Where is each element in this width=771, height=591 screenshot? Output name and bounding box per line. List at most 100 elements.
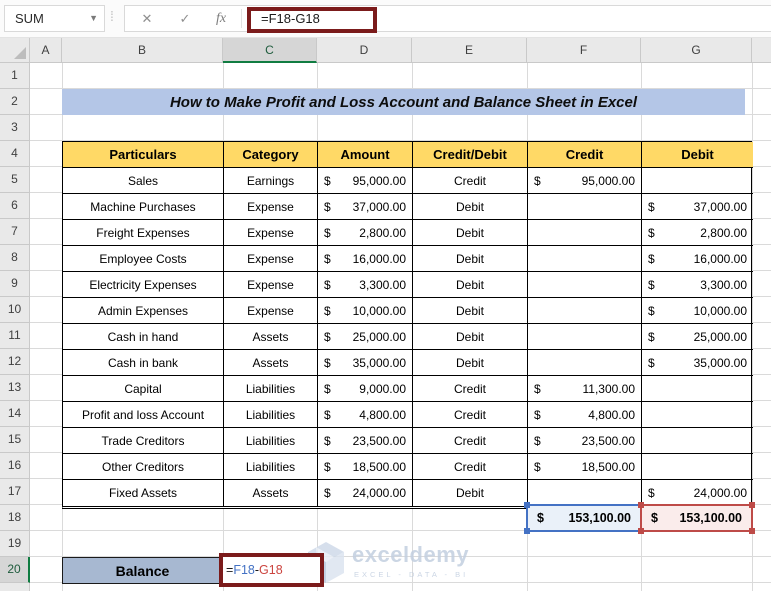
row-header-2[interactable]: 2 xyxy=(0,89,30,115)
cell-credit[interactable] xyxy=(528,246,642,272)
cell-amount[interactable]: $24,000.00 xyxy=(318,480,413,506)
row-header-16[interactable]: 16 xyxy=(0,453,30,479)
cell-debit[interactable] xyxy=(642,168,753,194)
cell-credit[interactable]: $95,000.00 xyxy=(528,168,642,194)
table-header-category[interactable]: Category xyxy=(224,142,318,168)
cell-amount[interactable]: $95,000.00 xyxy=(318,168,413,194)
cell-debit[interactable]: $37,000.00 xyxy=(642,194,753,220)
selection-handle-icon[interactable] xyxy=(749,502,755,508)
cell-particulars[interactable]: Cash in hand xyxy=(63,324,224,350)
insert-function-icon[interactable]: fx xyxy=(209,6,233,31)
selection-handle-icon[interactable] xyxy=(749,528,755,534)
column-header-a[interactable]: A xyxy=(30,38,62,63)
cell-credit[interactable] xyxy=(528,272,642,298)
balance-label-cell[interactable]: Balance xyxy=(62,557,223,584)
cell-debit[interactable]: $24,000.00 xyxy=(642,480,753,506)
column-header-f[interactable]: F xyxy=(527,38,641,63)
row-header-1[interactable]: 1 xyxy=(0,63,30,89)
title-banner[interactable]: How to Make Profit and Loss Account and … xyxy=(62,89,745,115)
cell-amount[interactable]: $9,000.00 xyxy=(318,376,413,402)
cell-amount[interactable]: $10,000.00 xyxy=(318,298,413,324)
cell-debit[interactable]: $3,300.00 xyxy=(642,272,753,298)
cell-credit[interactable]: $18,500.00 xyxy=(528,454,642,480)
cell-particulars[interactable]: Machine Purchases xyxy=(63,194,224,220)
column-header-b[interactable]: B xyxy=(62,38,223,63)
row-header-18[interactable]: 18 xyxy=(0,505,30,531)
name-box[interactable]: SUM ▼ xyxy=(4,5,105,32)
selection-handle-icon[interactable] xyxy=(638,502,644,508)
row-header-10[interactable]: 10 xyxy=(0,297,30,323)
cell-credit-debit[interactable]: Credit xyxy=(413,402,528,428)
row-header-20[interactable]: 20 xyxy=(0,557,30,583)
cell-category[interactable]: Liabilities xyxy=(224,376,318,402)
cell-category[interactable]: Expense xyxy=(224,220,318,246)
row-header-9[interactable]: 9 xyxy=(0,271,30,297)
cell-particulars[interactable]: Admin Expenses xyxy=(63,298,224,324)
cell-category[interactable]: Expense xyxy=(224,194,318,220)
cell-credit-debit[interactable]: Debit xyxy=(413,480,528,506)
cell-amount[interactable]: $25,000.00 xyxy=(318,324,413,350)
cell-amount[interactable]: $35,000.00 xyxy=(318,350,413,376)
row-header-7[interactable]: 7 xyxy=(0,219,30,245)
cell-category[interactable]: Expense xyxy=(224,298,318,324)
cell-category[interactable]: Assets xyxy=(224,350,318,376)
cell-f18-credit-total[interactable]: $ 153,100.00 xyxy=(524,502,644,534)
cell-credit-debit[interactable]: Debit xyxy=(413,298,528,324)
cell-category[interactable]: Liabilities xyxy=(224,428,318,454)
cell-credit-debit[interactable]: Credit xyxy=(413,168,528,194)
cell-amount[interactable]: $23,500.00 xyxy=(318,428,413,454)
select-all-corner[interactable] xyxy=(0,38,30,63)
table-header-credit-debit[interactable]: Credit/Debit xyxy=(413,142,528,168)
cell-particulars[interactable]: Other Creditors xyxy=(63,454,224,480)
cell-category[interactable]: Earnings xyxy=(224,168,318,194)
cell-credit[interactable] xyxy=(528,194,642,220)
cell-g18-debit-total[interactable]: $ 153,100.00 xyxy=(638,502,755,534)
cell-particulars[interactable]: Cash in bank xyxy=(63,350,224,376)
table-header-amount[interactable]: Amount xyxy=(318,142,413,168)
row-header-4[interactable]: 4 xyxy=(0,141,30,167)
cell-particulars[interactable]: Electricity Expenses xyxy=(63,272,224,298)
cell-particulars[interactable]: Sales xyxy=(63,168,224,194)
cell-particulars[interactable]: Employee Costs xyxy=(63,246,224,272)
cell-amount[interactable]: $4,800.00 xyxy=(318,402,413,428)
cell-category[interactable]: Liabilities xyxy=(224,402,318,428)
cell-credit[interactable] xyxy=(528,324,642,350)
cell-category[interactable]: Expense xyxy=(224,246,318,272)
row-header-11[interactable]: 11 xyxy=(0,323,30,349)
cell-amount[interactable]: $2,800.00 xyxy=(318,220,413,246)
cell-amount[interactable]: $16,000.00 xyxy=(318,246,413,272)
row-header-12[interactable]: 12 xyxy=(0,349,30,375)
cell-category[interactable]: Assets xyxy=(224,324,318,350)
table-header-debit[interactable]: Debit xyxy=(642,142,753,168)
cell-credit-debit[interactable]: Debit xyxy=(413,246,528,272)
row-header-5[interactable]: 5 xyxy=(0,167,30,193)
cancel-icon[interactable]: ✕ xyxy=(135,6,159,31)
cell-credit-debit[interactable]: Debit xyxy=(413,272,528,298)
column-header-g[interactable]: G xyxy=(641,38,752,63)
cell-amount[interactable]: $18,500.00 xyxy=(318,454,413,480)
column-header-d[interactable]: D xyxy=(317,38,412,63)
selection-handle-icon[interactable] xyxy=(524,528,530,534)
row-header-3[interactable]: 3 xyxy=(0,115,30,141)
row-header-6[interactable]: 6 xyxy=(0,193,30,219)
cell-credit[interactable] xyxy=(528,480,642,506)
cell-particulars[interactable]: Fixed Assets xyxy=(63,480,224,506)
row-header-15[interactable]: 15 xyxy=(0,427,30,453)
cell-debit[interactable] xyxy=(642,402,753,428)
cell-debit[interactable]: $35,000.00 xyxy=(642,350,753,376)
cell-credit-debit[interactable]: Debit xyxy=(413,350,528,376)
cell-particulars[interactable]: Trade Creditors xyxy=(63,428,224,454)
cell-amount[interactable]: $37,000.00 xyxy=(318,194,413,220)
row-header-17[interactable]: 17 xyxy=(0,479,30,505)
cell-credit-debit[interactable]: Debit xyxy=(413,194,528,220)
cell-category[interactable]: Liabilities xyxy=(224,454,318,480)
enter-icon[interactable]: ✓ xyxy=(173,6,197,31)
row-header-13[interactable]: 13 xyxy=(0,375,30,401)
cell-amount[interactable]: $3,300.00 xyxy=(318,272,413,298)
cell-particulars[interactable]: Freight Expenses xyxy=(63,220,224,246)
column-header-e[interactable]: E xyxy=(412,38,527,63)
selection-handle-icon[interactable] xyxy=(524,502,530,508)
cell-credit[interactable] xyxy=(528,350,642,376)
cell-debit[interactable] xyxy=(642,454,753,480)
cell-credit-debit[interactable]: Debit xyxy=(413,220,528,246)
